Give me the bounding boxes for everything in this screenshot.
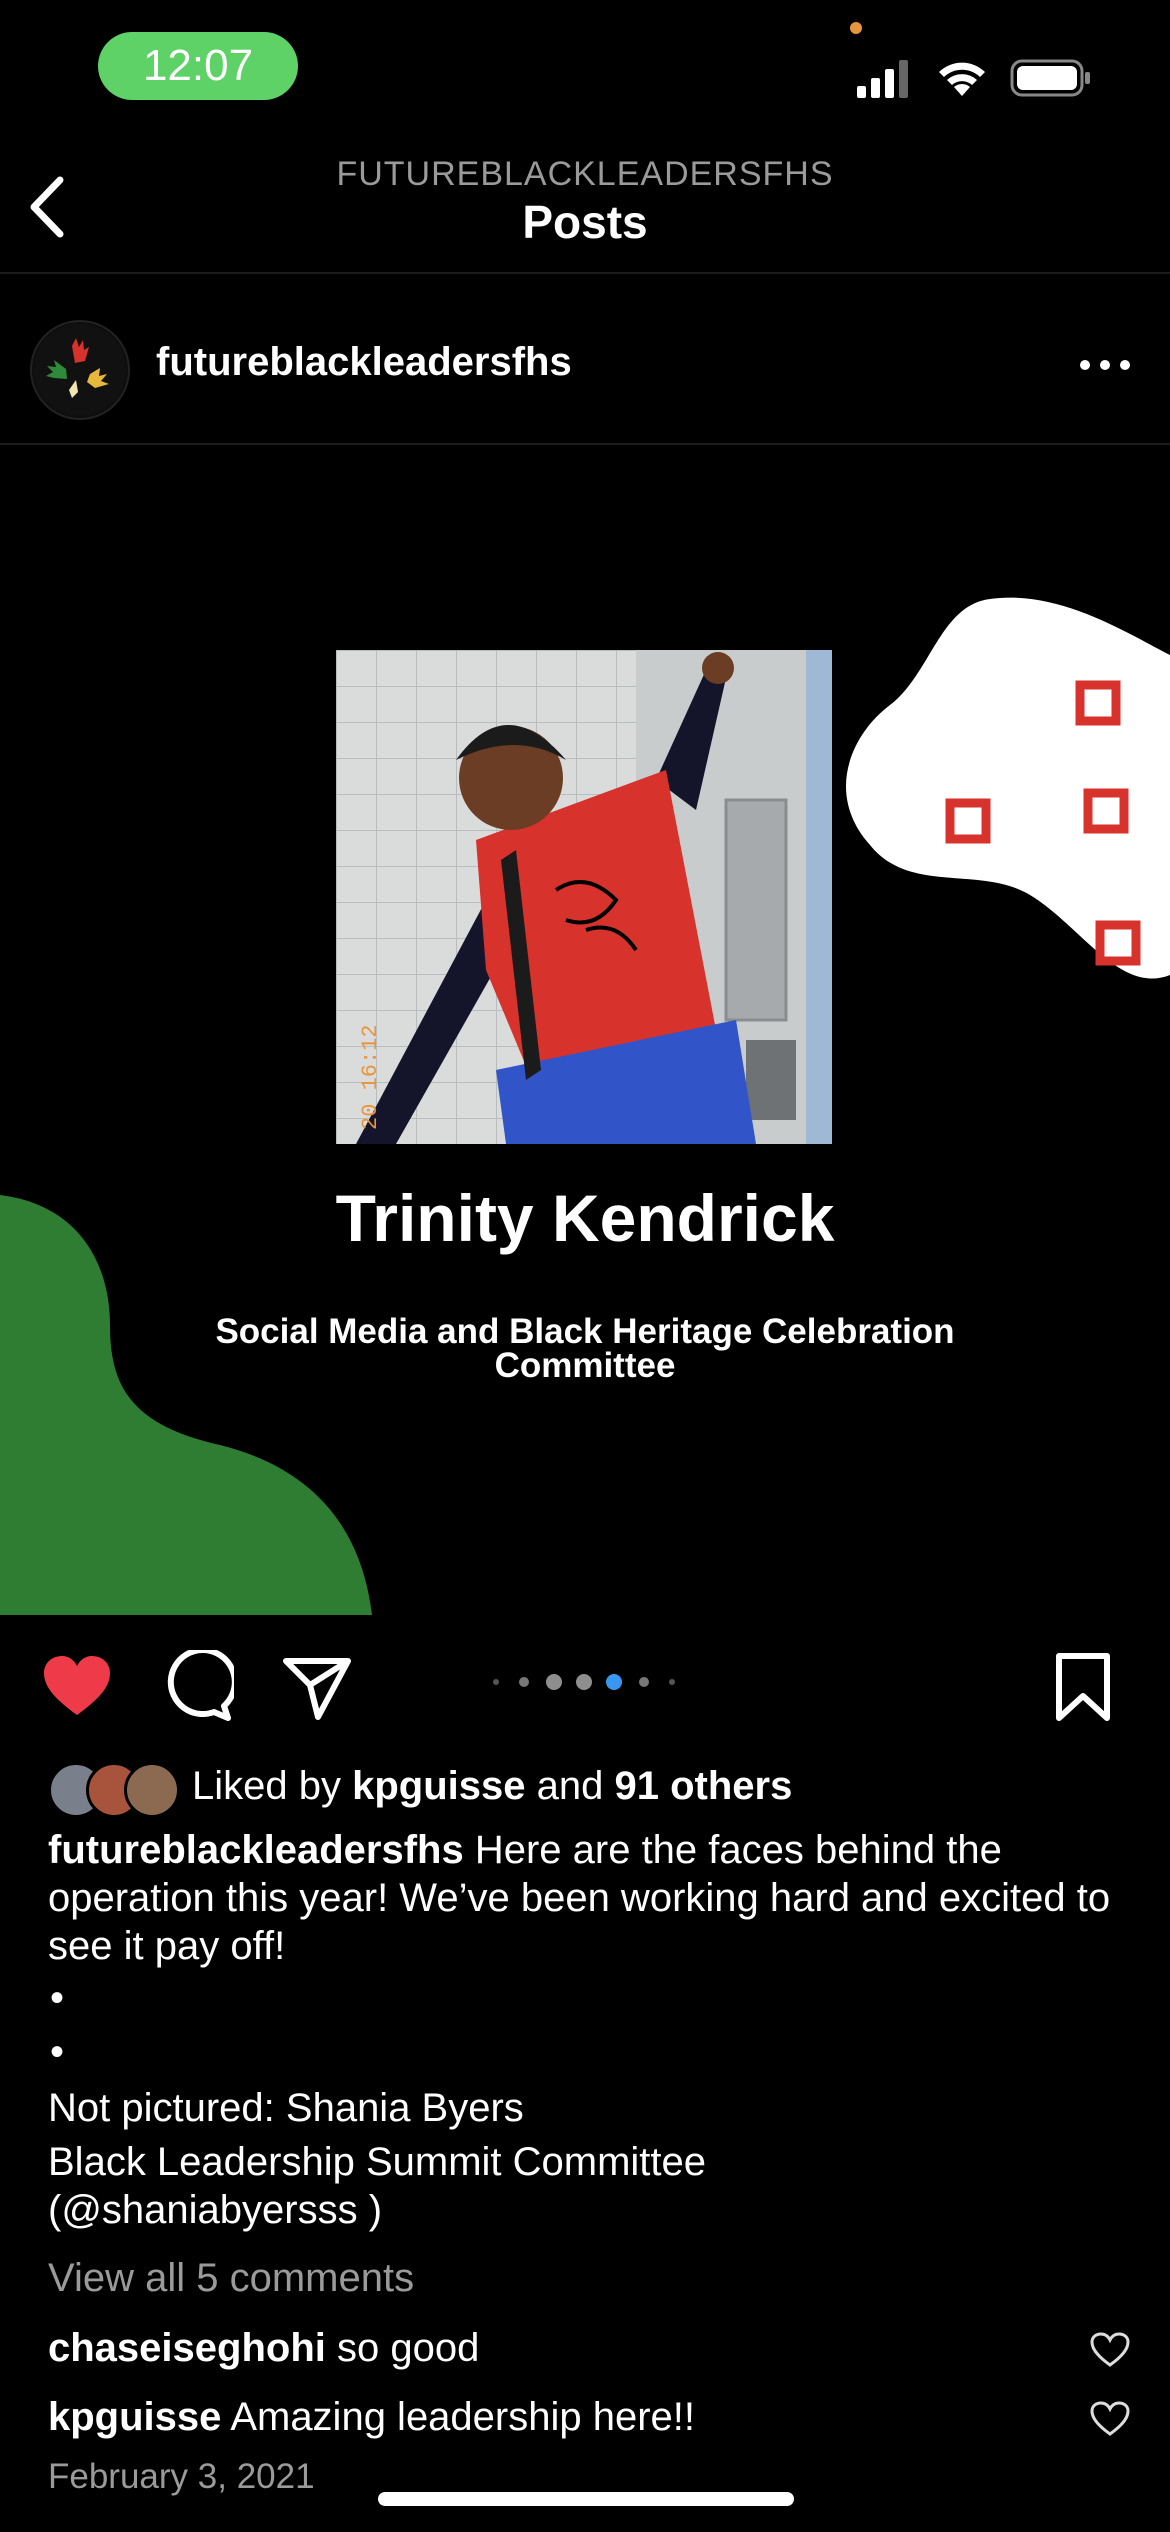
post-caption: futureblackleadersfhs Here are the faces… <box>48 1826 1128 1970</box>
comment-like-icon[interactable] <box>1090 2332 1130 2368</box>
caption-line: Not pictured: Shania Byers <box>48 2086 524 2130</box>
caption-bullet: • <box>50 1976 65 2020</box>
privacy-indicator <box>850 22 862 34</box>
white-blob-decoration <box>846 597 1170 979</box>
caption-bullet: • <box>50 2030 65 2074</box>
likes-user-link[interactable]: kpguisse <box>352 1764 525 1808</box>
comment-row: chaseiseghohi so good <box>48 2324 479 2372</box>
account-caption: FUTUREBLACKLEADERSFHS <box>336 155 834 193</box>
likes-prefix: Liked by <box>192 1764 341 1808</box>
comment-icon[interactable] <box>162 1650 234 1722</box>
bookmark-icon[interactable] <box>1055 1652 1111 1722</box>
cellular-signal-icon <box>857 60 908 98</box>
likes-others-link[interactable]: 91 others <box>615 1764 793 1808</box>
share-paper-plane-icon[interactable] <box>282 1655 352 1721</box>
post-username[interactable]: futureblackleadersfhs <box>156 340 572 385</box>
liked-by-avatars[interactable] <box>48 1762 180 1818</box>
more-options-icon[interactable] <box>1075 355 1135 375</box>
battery-icon <box>1010 59 1090 97</box>
comment-text: so good <box>337 2326 480 2370</box>
carousel-dots <box>493 1674 675 1690</box>
member-committee: Social Media and Black Heritage Celebrat… <box>215 1312 955 1385</box>
wifi-icon <box>939 62 985 96</box>
photo-timestamp: 20 16:12 <box>358 1024 383 1130</box>
status-time: 12:07 <box>98 32 298 100</box>
member-name: Trinity Kendrick <box>335 1181 835 1255</box>
comment-text: Amazing leadership here!! <box>230 2395 696 2439</box>
green-blob-decoration <box>0 1195 372 1615</box>
likes-summary[interactable]: Liked by kpguisse and 91 others <box>192 1764 792 1809</box>
caption-username[interactable]: futureblackleadersfhs <box>48 1828 464 1872</box>
like-heart-icon[interactable] <box>42 1655 112 1717</box>
caption-mention[interactable]: (@shaniabyersss ) <box>48 2186 382 2234</box>
likes-connector: and <box>536 1764 604 1808</box>
post-avatar[interactable] <box>30 320 130 420</box>
header-divider <box>0 272 1170 274</box>
home-indicator[interactable] <box>378 2492 794 2506</box>
comment-username[interactable]: kpguisse <box>48 2395 221 2439</box>
post-date: February 3, 2021 <box>48 2457 315 2496</box>
caption-line: Black Leadership Summit Committee <box>48 2140 707 2184</box>
liker-avatar <box>124 1762 180 1818</box>
comment-like-icon[interactable] <box>1090 2401 1130 2437</box>
page-title: Posts <box>522 196 648 248</box>
member-photo: 20 16:12 <box>336 650 832 1144</box>
view-all-comments-link[interactable]: View all 5 comments <box>48 2254 414 2302</box>
comment-row: kpguisse Amazing leadership here!! <box>48 2393 695 2441</box>
comment-username[interactable]: chaseiseghohi <box>48 2326 326 2370</box>
hands-logo-icon <box>34 324 126 416</box>
